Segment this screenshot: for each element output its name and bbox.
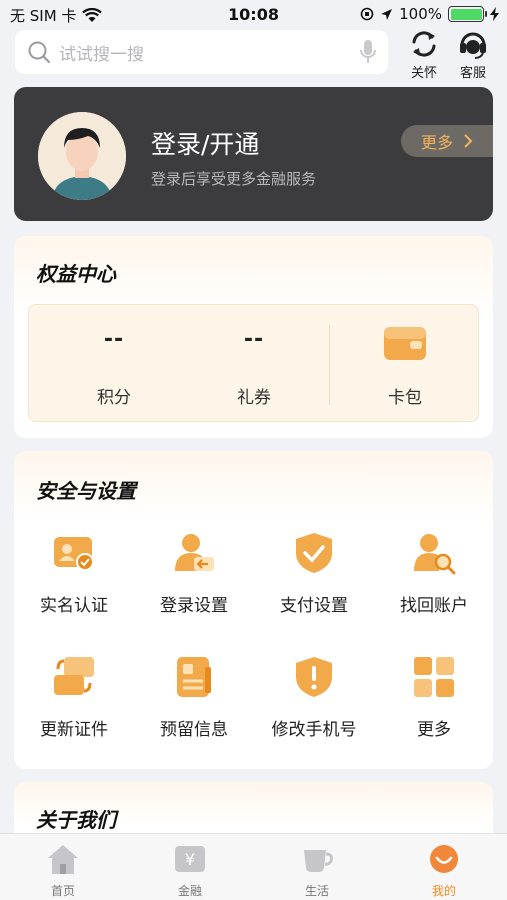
search-bar[interactable]: 试试搜一搜	[15, 30, 388, 74]
headset-icon	[460, 32, 486, 59]
change-phone-item[interactable]: 修改手机号	[254, 655, 374, 765]
battery-fill	[450, 8, 482, 20]
shield-check-icon	[296, 533, 332, 573]
microphone-icon[interactable]	[360, 39, 376, 65]
recover-account-label: 找回账户	[400, 596, 468, 616]
security-more-label: 更多	[417, 720, 451, 740]
rights-center-card: 权益中心 -- 积分 -- 礼券 卡包	[14, 236, 493, 438]
search-input[interactable]: 试试搜一搜	[59, 40, 360, 65]
wallet-icon	[384, 327, 426, 360]
login-subtitle: 登录后享受更多金融服务	[151, 170, 317, 188]
login-card[interactable]: 登录/开通 登录后享受更多金融服务 更多	[14, 87, 493, 221]
points-label: 积分	[97, 388, 131, 408]
reserved-info-label: 预留信息	[160, 720, 228, 740]
card-wallet-label: 卡包	[388, 388, 422, 408]
avatar[interactable]	[38, 112, 126, 200]
battery-icon	[448, 6, 487, 22]
orientation-lock-icon	[360, 7, 374, 21]
login-settings-label: 登录设置	[160, 596, 228, 616]
card-swap-icon	[54, 657, 94, 695]
service-label: 客服	[459, 66, 486, 81]
user-search-icon	[414, 534, 456, 575]
search-icon	[28, 41, 51, 64]
tab-finance[interactable]: ¥ 金融	[127, 834, 253, 900]
points-item[interactable]: -- 积分	[29, 305, 199, 423]
update-id-label: 更新证件	[40, 720, 108, 740]
charging-icon	[490, 7, 499, 21]
security-more-item[interactable]: 更多	[374, 655, 494, 765]
payment-settings-item[interactable]: 支付设置	[254, 531, 374, 641]
about-title: 关于我们	[36, 808, 116, 832]
tab-life-label: 生活	[304, 884, 329, 898]
change-phone-label: 修改手机号	[271, 720, 357, 740]
coupons-value: --	[243, 327, 265, 352]
grid-icon	[414, 657, 454, 697]
battery-percent: 100%	[399, 5, 442, 23]
status-bar: 无 SIM 卡 10:08 100%	[0, 0, 507, 30]
refresh-care-icon	[412, 31, 436, 57]
security-settings-card: 安全与设置 实名认证 登录设置 支付设置 找回账户 更新证件 预留信息 修改手机…	[14, 451, 493, 769]
chevron-right-icon	[464, 134, 473, 148]
default-avatar-icon	[38, 112, 126, 200]
login-more-button[interactable]: 更多	[401, 125, 493, 157]
login-title[interactable]: 登录/开通	[151, 125, 259, 161]
payment-settings-label: 支付设置	[280, 596, 348, 616]
smile-icon	[430, 845, 458, 873]
tab-mine-label: 我的	[431, 884, 456, 898]
status-right: 100%	[360, 5, 499, 23]
security-title: 安全与设置	[36, 479, 136, 503]
real-name-auth-item[interactable]: 实名认证	[14, 531, 134, 641]
id-card-check-icon	[54, 537, 94, 571]
svg-text:¥: ¥	[185, 850, 195, 869]
shield-alert-icon	[296, 657, 332, 697]
coupons-item[interactable]: -- 礼券	[184, 305, 324, 423]
recover-account-item[interactable]: 找回账户	[374, 531, 494, 641]
customer-service-button[interactable]: 客服	[451, 28, 495, 81]
tab-home-label: 首页	[50, 884, 75, 898]
reserved-info-item[interactable]: 预留信息	[134, 655, 254, 765]
document-icon	[177, 657, 211, 697]
user-login-icon	[175, 534, 214, 571]
login-more-label: 更多	[421, 133, 454, 152]
rights-box: -- 积分 -- 礼券 卡包	[28, 304, 479, 422]
real-name-auth-label: 实名认证	[40, 596, 108, 616]
cup-icon	[304, 850, 333, 872]
finance-icon: ¥	[175, 846, 205, 872]
tab-bar: 首页 ¥ 金融 生活 我的	[0, 833, 507, 900]
rights-title: 权益中心	[36, 262, 116, 286]
update-id-item[interactable]: 更新证件	[14, 655, 134, 765]
location-icon	[381, 8, 393, 20]
tab-finance-label: 金融	[177, 884, 202, 898]
home-icon	[48, 845, 78, 874]
care-button[interactable]: 关怀	[402, 28, 446, 81]
coupons-label: 礼券	[237, 388, 271, 408]
tab-life[interactable]: 生活	[254, 834, 380, 900]
card-wallet-item[interactable]: 卡包	[330, 305, 480, 423]
points-value: --	[103, 327, 125, 352]
tab-mine[interactable]: 我的	[381, 834, 507, 900]
login-settings-item[interactable]: 登录设置	[134, 531, 254, 641]
care-label: 关怀	[410, 66, 437, 81]
tab-home[interactable]: 首页	[0, 834, 126, 900]
